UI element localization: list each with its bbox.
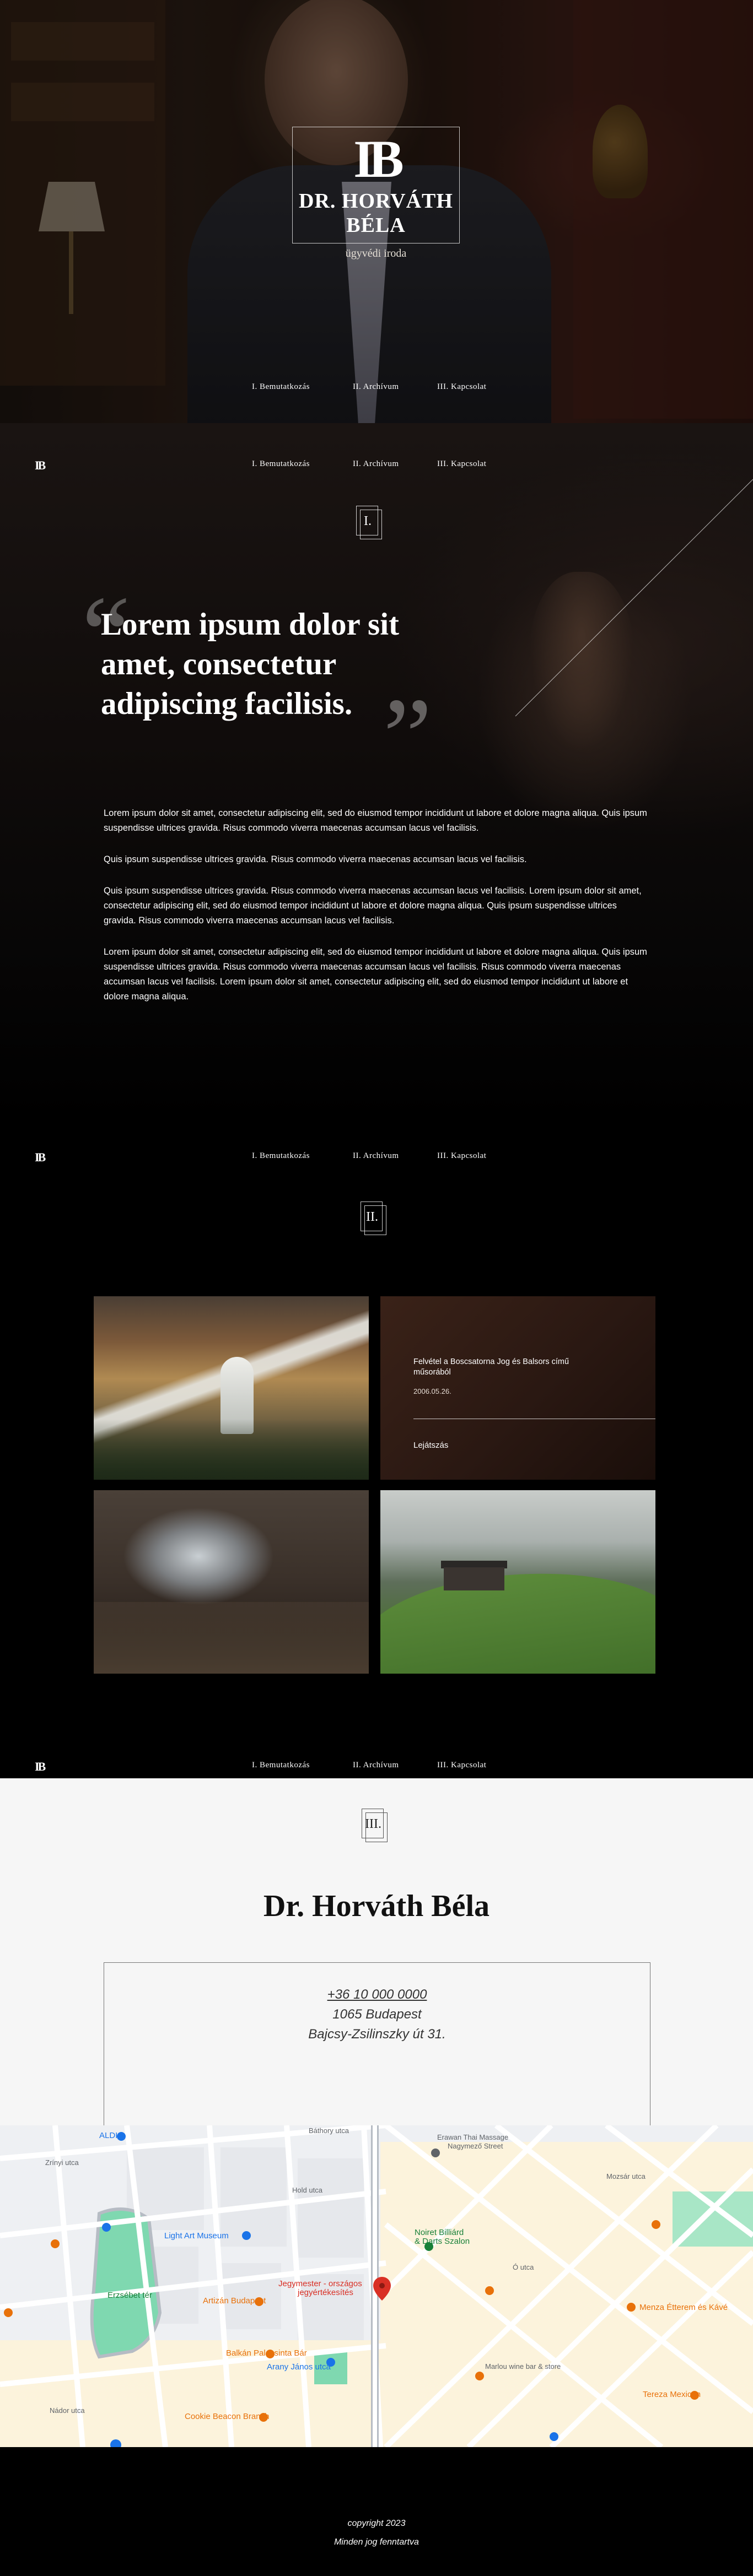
map-label-cookie-beacon[interactable]: Cookie Beacon Branch <box>185 2412 269 2421</box>
map-label-mozsar-utca: Mozsár utca <box>606 2172 646 2180</box>
nav-link-kapcsolat[interactable]: III. Kapcsolat <box>437 382 486 392</box>
site-footer: copyright 2023 Minden jog fenntartva <box>0 2447 753 2576</box>
nav-link-kapcsolat[interactable]: III. Kapcsolat <box>437 1151 486 1161</box>
contact-street: Bajcsy-Zsilinszky út 31. <box>308 2027 446 2042</box>
house-building <box>444 1567 504 1590</box>
footer-copyright: copyright 2023 <box>347 2519 406 2528</box>
map-label-erawan-street: Nagymező Street <box>448 2142 503 2150</box>
archive-photo-waterfall[interactable] <box>94 1296 369 1480</box>
nav-logo[interactable]: IB <box>35 1150 46 1165</box>
section-number: II. <box>366 1210 378 1224</box>
contact-section: III. Dr. Horváth Béla +36 10 000 0000 10… <box>0 1778 753 2128</box>
section-number-box: III. <box>362 1809 388 1842</box>
intro-paragraph: Quis ipsum suspendisse ultrices gravida.… <box>104 886 642 926</box>
nav-link-bemutatkozas[interactable]: I. Bemutatkozás <box>252 1151 310 1161</box>
map-label-jegymester-sub: jegyértékesítés <box>298 2288 353 2297</box>
footer-rights: Minden jog fenntartva <box>334 2537 419 2547</box>
map-label-arany-janos[interactable]: Arany János utca <box>267 2362 331 2372</box>
archive-photo-cave[interactable] <box>94 1490 369 1674</box>
map-label-menza[interactable]: Menza Étterem és Kávé <box>639 2303 728 2312</box>
contact-phone-link[interactable]: +36 10 000 0000 <box>104 1985 650 2005</box>
nav-link-archivum[interactable]: II. Archívum <box>353 1151 399 1161</box>
map-label-bathory-utca: Báthory utca <box>309 2126 349 2135</box>
map-label-artizan[interactable]: Artizán Budapest <box>203 2296 266 2306</box>
map-label-aldi[interactable]: ALDI <box>99 2131 117 2140</box>
nav-link-archivum[interactable]: II. Archívum <box>353 1761 399 1770</box>
map-label-hold-utca: Hold utca <box>292 2186 322 2194</box>
brand-name: DR. HORVÁTH BÉLA <box>299 190 453 237</box>
intro-paragraph: Lorem ipsum dolor sit amet, consectetur … <box>104 808 647 833</box>
hero-section: IB DR. HORVÁTH BÉLA ügyvédi iroda I. Bem… <box>0 0 753 423</box>
contact-city: 1065 Budapest <box>332 2007 422 2022</box>
video-play-link[interactable]: Lejátszás <box>413 1441 448 1450</box>
archive-video-card[interactable]: Felvétel a Boscsatorna Jog és Balsors cí… <box>380 1296 655 1480</box>
brand-logo-box: IB DR. HORVÁTH BÉLA ügyvédi iroda <box>292 127 460 259</box>
map-label-tereza[interactable]: Tereza Mexican <box>643 2390 701 2399</box>
video-date: 2006.05.26. <box>413 1387 451 1395</box>
nav-link-bemutatkozas[interactable]: I. Bemutatkozás <box>252 382 310 392</box>
map-blocks-gray <box>127 2147 364 2340</box>
map-label-erawan[interactable]: Erawan Thai Massage <box>437 2133 508 2141</box>
intro-paragraph: Quis ipsum suspendisse ultrices gravida.… <box>104 854 527 864</box>
archive-section: IB I. Bemutatkozás II. Archívum III. Kap… <box>0 1123 753 1733</box>
nav-link-bemutatkozas[interactable]: I. Bemutatkozás <box>252 1761 310 1770</box>
map-label-noiret[interactable]: Noiret Billiárd <box>415 2228 464 2237</box>
nav-link-kapcsolat[interactable]: III. Kapcsolat <box>437 1761 486 1770</box>
map-label-noiret-sub: & Darts Szalon <box>415 2237 470 2246</box>
map-label-erzsebet-ter: Erzsébet tér <box>107 2291 152 2300</box>
nav-link-archivum[interactable]: II. Archívum <box>353 382 399 392</box>
intro-body: Lorem ipsum dolor sit amet, consectetur … <box>104 806 650 1021</box>
map-label-light-art-museum[interactable]: Light Art Museum <box>164 2231 229 2241</box>
map-label-palacsinta[interactable]: Balkán Palacsinta Bár <box>226 2348 307 2358</box>
green-hill <box>380 1550 655 1674</box>
section-number-box: II. <box>361 1202 386 1235</box>
map-label-jegymester[interactable]: Jegymester - országos <box>278 2279 362 2288</box>
section-nav-archive: IB I. Bemutatkozás II. Archívum III. Kap… <box>0 1146 753 1168</box>
contact-nav-bar: IB I. Bemutatkozás II. Archívum III. Kap… <box>0 1733 753 1778</box>
forest-shade <box>94 1419 369 1480</box>
brand-subtitle: ügyvédi iroda <box>345 247 407 259</box>
intro-section: IB I. Bemutatkozás II. Archívum III. Kap… <box>0 423 753 1123</box>
map-label-marlou[interactable]: Marlou wine bar & store <box>485 2362 561 2371</box>
quote-close-icon: ” <box>383 676 432 798</box>
video-title: Felvétel a Boscsatorna Jog és Balsors cí… <box>413 1357 569 1377</box>
contact-details-box: +36 10 000 0000 1065 Budapest Bajcsy-Zsi… <box>104 1962 650 2128</box>
cave-floor <box>94 1602 369 1674</box>
section-nav-contact: IB I. Bemutatkozás II. Archívum III. Kap… <box>0 1755 753 1777</box>
nav-logo[interactable]: IB <box>35 1760 46 1774</box>
section-number: III. <box>365 1817 381 1831</box>
map-label-nador-utca: Nádor utca <box>50 2406 85 2415</box>
contact-name: Dr. Horváth Béla <box>263 1889 490 1923</box>
map-label-o-utca: Ó utca <box>513 2263 534 2271</box>
hero-nav: I. Bemutatkozás II. Archívum III. Kapcso… <box>0 377 753 399</box>
archive-photo-mountain-house[interactable] <box>380 1490 655 1674</box>
location-map[interactable]: Erawan Thai Massage Nagymező Street Ligh… <box>0 2125 753 2447</box>
intro-paragraph: Lorem ipsum dolor sit amet, consectetur … <box>104 947 647 1002</box>
brand-monogram: IB <box>353 129 404 188</box>
map-label-zrinyi-utca: Zrínyi utca <box>45 2158 79 2167</box>
